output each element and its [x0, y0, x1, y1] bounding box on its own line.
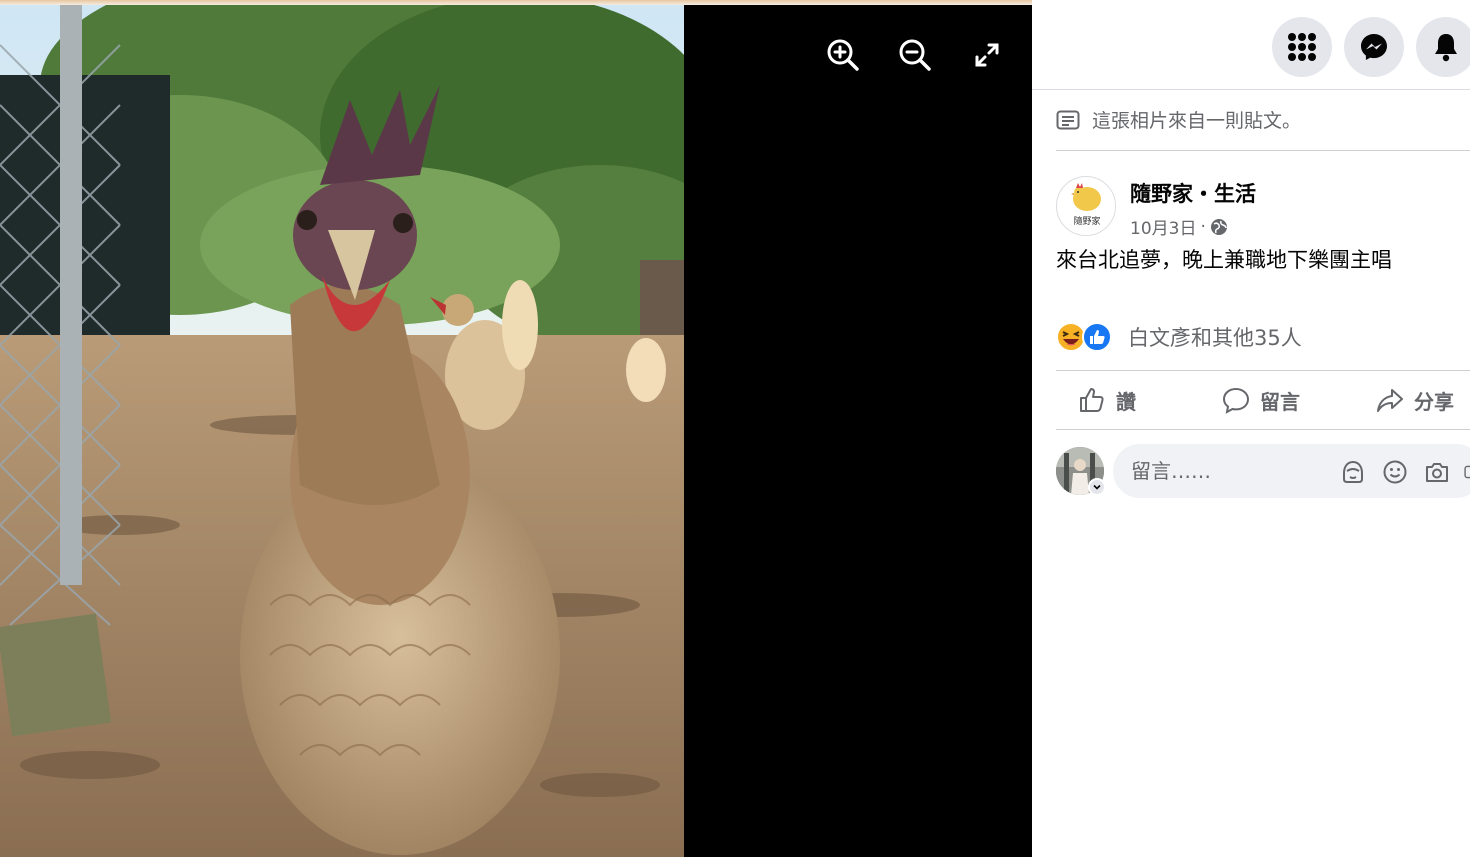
top-navigation-bar [1032, 0, 1470, 90]
reaction-icons [1056, 322, 1112, 352]
like-button[interactable]: 讚 [1078, 371, 1136, 429]
zoom-out-button[interactable] [893, 33, 937, 77]
comment-box [1113, 444, 1470, 498]
globe-icon[interactable] [1210, 218, 1228, 236]
post-meta: 10月3日 · [1130, 214, 1256, 239]
comment-bubble-icon [1222, 387, 1250, 414]
comment-composer [1056, 444, 1470, 500]
fullscreen-icon [975, 43, 999, 67]
post-text: 來台北追夢，晚上兼職地下樂團主唱 [1056, 248, 1392, 272]
like-emoji-icon [1082, 322, 1112, 352]
reaction-summary[interactable]: 白文彥和其他35人 [1056, 322, 1302, 352]
avatar-sticker-button[interactable] [1339, 458, 1367, 486]
account-switch-button[interactable] [1088, 478, 1106, 496]
page-logo: 隨野家 [1058, 178, 1115, 235]
post-actions: 讚 留言 分享 [1056, 370, 1470, 430]
menu-button[interactable] [1272, 17, 1332, 77]
smiley-icon [1383, 460, 1407, 484]
zoom-in-button[interactable] [821, 33, 865, 77]
gif-icon [1464, 465, 1470, 479]
share-arrow-icon [1377, 389, 1403, 412]
share-label: 分享 [1414, 389, 1454, 414]
comment-button[interactable]: 留言 [1222, 371, 1300, 429]
messenger-icon [1361, 34, 1387, 60]
thumbs-up-icon [1080, 388, 1104, 412]
post-origin-note: 這張相片來自一則貼文。 [1056, 106, 1301, 133]
messenger-button[interactable] [1344, 17, 1404, 77]
author-name[interactable]: 隨野家・生活 [1130, 178, 1256, 208]
gif-button[interactable] [1463, 458, 1470, 486]
page-avatar[interactable]: 隨野家 [1056, 176, 1116, 236]
comment-label: 留言 [1260, 389, 1300, 414]
page-logo-text: 隨野家 [1073, 215, 1100, 227]
post-side-panel: 這張相片來自一則貼文。 隨野家 隨野家・生活 10月3日 · 來台北追夢，晚上兼… [1032, 0, 1470, 857]
photo-attach-button[interactable] [1423, 458, 1451, 486]
like-label: 讚 [1116, 389, 1136, 414]
post-date[interactable]: 10月3日 [1130, 214, 1196, 239]
post-author: 隨野家 隨野家・生活 10月3日 · [1056, 176, 1256, 239]
photo-chicken [0, 5, 684, 857]
emoji-button[interactable] [1381, 458, 1409, 486]
zoom-in-icon [827, 39, 859, 71]
chicken-photo-illustration [0, 5, 684, 857]
zoom-out-icon [899, 39, 931, 71]
comment-input[interactable] [1131, 457, 1321, 485]
chevron-down-icon [1093, 484, 1101, 490]
share-button[interactable]: 分享 [1376, 371, 1454, 429]
notifications-button[interactable] [1416, 17, 1470, 77]
bell-icon [1435, 34, 1457, 62]
divider [1056, 150, 1470, 151]
camera-icon [1426, 463, 1448, 482]
grid-menu-icon [1288, 33, 1316, 61]
reaction-count-text[interactable]: 白文彥和其他35人 [1128, 322, 1302, 352]
avatar-sticker-icon [1343, 460, 1363, 483]
post-origin-text[interactable]: 這張相片來自一則貼文。 [1092, 106, 1301, 133]
fullscreen-button[interactable] [965, 33, 1009, 77]
photo-viewer [0, 5, 1032, 857]
post-icon [1056, 110, 1080, 129]
meta-separator: · [1200, 216, 1206, 237]
